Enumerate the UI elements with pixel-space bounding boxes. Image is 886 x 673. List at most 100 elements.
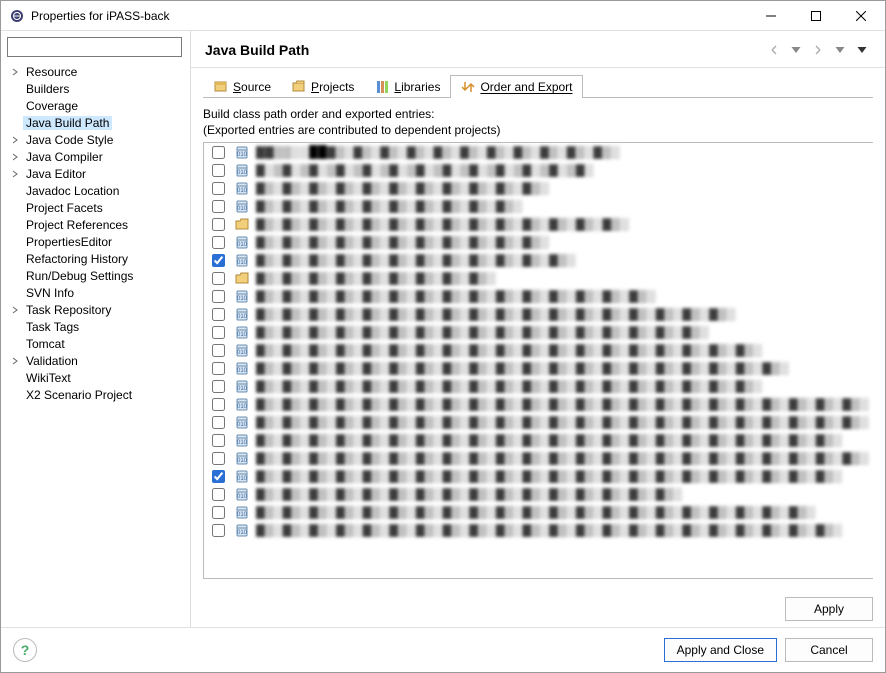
- export-checkbox[interactable]: [212, 506, 225, 519]
- classpath-entry[interactable]: 010▓▒░▓▒░▓▒░▓▒░▓▒░▓▒░▓▒░▓▒░▓▒░▓▒░▓▒░▓▒░▓…: [204, 359, 873, 377]
- export-checkbox[interactable]: [212, 326, 225, 339]
- jar-icon: 010: [234, 504, 250, 520]
- filter-input[interactable]: [7, 37, 182, 57]
- classpath-entry[interactable]: 010▓▒░▓▒░▓▒░▓▒░▓▒░▓▒░▓▒░▓▒░▓▒░▓▒░: [204, 197, 873, 215]
- export-checkbox[interactable]: [212, 398, 225, 411]
- sidebar-item-builders[interactable]: Builders: [7, 80, 188, 97]
- sidebar-item-propertieseditor[interactable]: PropertiesEditor: [7, 233, 188, 250]
- sidebar-item-refactoring-history[interactable]: Refactoring History: [7, 250, 188, 267]
- classpath-entry[interactable]: 010▓▒░▓▒░▓▒░▓▒░▓▒░▓▒░▓▒░▓▒░▓▒░▓▒░▓▒░▓▒░▓…: [204, 323, 873, 341]
- forward-drop-icon[interactable]: [831, 41, 849, 59]
- close-button[interactable]: [838, 1, 883, 30]
- sidebar-item-project-references[interactable]: Project References: [7, 216, 188, 233]
- sidebar-item-java-code-style[interactable]: Java Code Style: [7, 131, 188, 148]
- cancel-button[interactable]: Cancel: [785, 638, 873, 662]
- sidebar-item-java-build-path[interactable]: Java Build Path: [7, 114, 188, 131]
- tab-projects[interactable]: Projects: [281, 75, 364, 98]
- sidebar-item-run-debug-settings[interactable]: Run/Debug Settings: [7, 267, 188, 284]
- classpath-entry[interactable]: 010▓▓▒▒░░██▓▒░▓▒░▓▒░▓▒░▓▒░▓▒░▓▒░▓▒░▓▒░▓▒…: [204, 143, 873, 161]
- sidebar-item-x2-scenario-project[interactable]: X2 Scenario Project: [7, 386, 188, 403]
- classpath-entry[interactable]: 010▓▒░▓▒░▓▒░▓▒░▓▒░▓▒░▓▒░▓▒░▓▒░▓▒░▓▒░▓▒░▓…: [204, 431, 873, 449]
- back-button[interactable]: [765, 41, 783, 59]
- entry-label: ▓▒░▓▒░▓▒░▓▒░▓▒░▓▒░▓▒░▓▒░▓▒░▓▒░: [256, 199, 523, 213]
- sidebar-item-task-tags[interactable]: Task Tags: [7, 318, 188, 335]
- chevron-right-icon[interactable]: [7, 136, 23, 144]
- order-export-tab: Build class path order and exported entr…: [191, 98, 885, 587]
- classpath-entry[interactable]: 010▓▒░▓▒░▓▒░▓▒░▓▒░▓▒░▓▒░▓▒░▓▒░▓▒░▓▒░▓▒░▓…: [204, 287, 873, 305]
- svg-text:010: 010: [237, 494, 248, 500]
- export-checkbox[interactable]: [212, 182, 225, 195]
- classpath-entry[interactable]: 010▓▒░▓▒░▓▒░▓▒░▓▒░▓▒░▓▒░▓▒░▓▒░▓▒░▓▒░▓▒░▓…: [204, 449, 873, 467]
- classpath-entry[interactable]: 010▓▒░▓▒░▓▒░▓▒░▓▒░▓▒░▓▒░▓▒░▓▒░▓▒░▓▒░▓▒░▓…: [204, 485, 873, 503]
- export-checkbox[interactable]: [212, 254, 225, 267]
- chevron-right-icon[interactable]: [7, 306, 23, 314]
- jar-icon: 010: [234, 450, 250, 466]
- tab-libraries[interactable]: Libraries: [364, 75, 450, 98]
- export-checkbox[interactable]: [212, 236, 225, 249]
- classpath-entry[interactable]: 010▓▒░▓▒░▓▒░▓▒░▓▒░▓▒░▓▒░▓▒░▓▒░▓▒░▓▒░▓▒░▓…: [204, 503, 873, 521]
- sidebar-item-java-editor[interactable]: Java Editor: [7, 165, 188, 182]
- sidebar-item-label: SVN Info: [23, 286, 77, 300]
- sidebar-item-label: Java Code Style: [23, 133, 116, 147]
- export-checkbox[interactable]: [212, 452, 225, 465]
- classpath-entry[interactable]: 010▓▒░▓▒░▓▒░▓▒░▓▒░▓▒░▓▒░▓▒░▓▒░▓▒░▓▒░▓▒░▓…: [204, 521, 873, 539]
- category-tree[interactable]: ResourceBuildersCoverageJava Build Path J…: [5, 63, 188, 625]
- classpath-entry[interactable]: 010▓▒░▓▒░▓▒░▓▒░▓▒░▓▒░▓▒░▓▒░▓▒░▓▒░▓▒░▓▒░▓…: [204, 395, 873, 413]
- classpath-entry[interactable]: 010▓▒░▓▒░▓▒░▓▒░▓▒░▓▒░▓▒░▓▒░▓▒░▓▒░▓▒░▓▒░: [204, 251, 873, 269]
- tab-order-and-export[interactable]: Order and Export: [450, 75, 582, 98]
- classpath-entry[interactable]: 010▓░▒▓░▒▓░▒▓░▒▓░▒▓░▒▓░▒▓░▒▓░▒▓░▒▓░▒▓░▒▓…: [204, 161, 873, 179]
- minimize-button[interactable]: [748, 1, 793, 30]
- view-menu-icon[interactable]: [853, 41, 871, 59]
- export-checkbox[interactable]: [212, 146, 225, 159]
- export-checkbox[interactable]: [212, 470, 225, 483]
- chevron-right-icon[interactable]: [7, 153, 23, 161]
- classpath-entry[interactable]: ▓▒░▓▒░▓▒░▓▒░▓▒░▓▒░▓▒░▓▒░▓▒░: [204, 269, 873, 287]
- sidebar-item-coverage[interactable]: Coverage: [7, 97, 188, 114]
- export-checkbox[interactable]: [212, 380, 225, 393]
- export-checkbox[interactable]: [212, 308, 225, 321]
- export-checkbox[interactable]: [212, 200, 225, 213]
- classpath-entry[interactable]: 010▓▒░▓▒░▓▒░▓▒░▓▒░▓▒░▓▒░▓▒░▓▒░▓▒░▓▒░: [204, 179, 873, 197]
- entry-label: ▓▒░▓▒░▓▒░▓▒░▓▒░▓▒░▓▒░▓▒░▓▒░▓▒░▓▒░▓▒░▓▒░▓…: [256, 325, 709, 339]
- export-checkbox[interactable]: [212, 218, 225, 231]
- sidebar-item-java-compiler[interactable]: Java Compiler: [7, 148, 188, 165]
- apply-and-close-button[interactable]: Apply and Close: [664, 638, 777, 662]
- chevron-right-icon[interactable]: [7, 68, 23, 76]
- sidebar-item-task-repository[interactable]: Task Repository: [7, 301, 188, 318]
- classpath-entry[interactable]: 010▓▒░▓▒░▓▒░▓▒░▓▒░▓▒░▓▒░▓▒░▓▒░▓▒░▓▒░: [204, 233, 873, 251]
- classpath-order-list[interactable]: 010▓▓▒▒░░██▓▒░▓▒░▓▒░▓▒░▓▒░▓▒░▓▒░▓▒░▓▒░▓▒…: [203, 142, 873, 579]
- help-button[interactable]: ?: [13, 638, 37, 662]
- export-checkbox[interactable]: [212, 362, 225, 375]
- sidebar-item-validation[interactable]: Validation: [7, 352, 188, 369]
- jar-icon: 010: [234, 522, 250, 538]
- chevron-right-icon[interactable]: [7, 170, 23, 178]
- sidebar-item-svn-info[interactable]: SVN Info: [7, 284, 188, 301]
- maximize-button[interactable]: [793, 1, 838, 30]
- sidebar-item-javadoc-location[interactable]: Javadoc Location: [7, 182, 188, 199]
- export-checkbox[interactable]: [212, 290, 225, 303]
- export-checkbox[interactable]: [212, 344, 225, 357]
- export-checkbox[interactable]: [212, 416, 225, 429]
- chevron-right-icon[interactable]: [7, 357, 23, 365]
- classpath-entry[interactable]: 010▓▒░▓▒░▓▒░▓▒░▓▒░▓▒░▓▒░▓▒░▓▒░▓▒░▓▒░▓▒░▓…: [204, 341, 873, 359]
- classpath-entry[interactable]: 010▓▒░▓▒░▓▒░▓▒░▓▒░▓▒░▓▒░▓▒░▓▒░▓▒░▓▒░▓▒░▓…: [204, 305, 873, 323]
- classpath-entry[interactable]: 010▓▒░▓▒░▓▒░▓▒░▓▒░▓▒░▓▒░▓▒░▓▒░▓▒░▓▒░▓▒░▓…: [204, 377, 873, 395]
- sidebar-item-project-facets[interactable]: Project Facets: [7, 199, 188, 216]
- export-checkbox[interactable]: [212, 434, 225, 447]
- classpath-entry[interactable]: ▓▒░▓▒░▓▒░▓▒░▓▒░▓▒░▓▒░▓▒░▓▒░▓▒░▓▒░▓▒░▓▒░▓…: [204, 215, 873, 233]
- export-checkbox[interactable]: [212, 164, 225, 177]
- sidebar-item-resource[interactable]: Resource: [7, 63, 188, 80]
- entry-label: ▓▒░▓▒░▓▒░▓▒░▓▒░▓▒░▓▒░▓▒░▓▒░▓▒░▓▒░▓▒░▓▒░▓…: [256, 379, 762, 393]
- tab-source[interactable]: Source: [203, 75, 281, 98]
- classpath-entry[interactable]: 010▓▒░▓▒░▓▒░▓▒░▓▒░▓▒░▓▒░▓▒░▓▒░▓▒░▓▒░▓▒░▓…: [204, 413, 873, 431]
- back-drop-icon[interactable]: [787, 41, 805, 59]
- export-checkbox[interactable]: [212, 488, 225, 501]
- classpath-entry[interactable]: 010▓▒░▓▒░▓▒░▓▒░▓▒░▓▒░▓▒░▓▒░▓▒░▓▒░▓▒░▓▒░▓…: [204, 467, 873, 485]
- forward-button[interactable]: [809, 41, 827, 59]
- sidebar-item-tomcat[interactable]: Tomcat: [7, 335, 188, 352]
- export-checkbox[interactable]: [212, 272, 225, 285]
- apply-button[interactable]: Apply: [785, 597, 873, 621]
- jar-icon: 010: [234, 432, 250, 448]
- export-checkbox[interactable]: [212, 524, 225, 537]
- sidebar-item-wikitext[interactable]: WikiText: [7, 369, 188, 386]
